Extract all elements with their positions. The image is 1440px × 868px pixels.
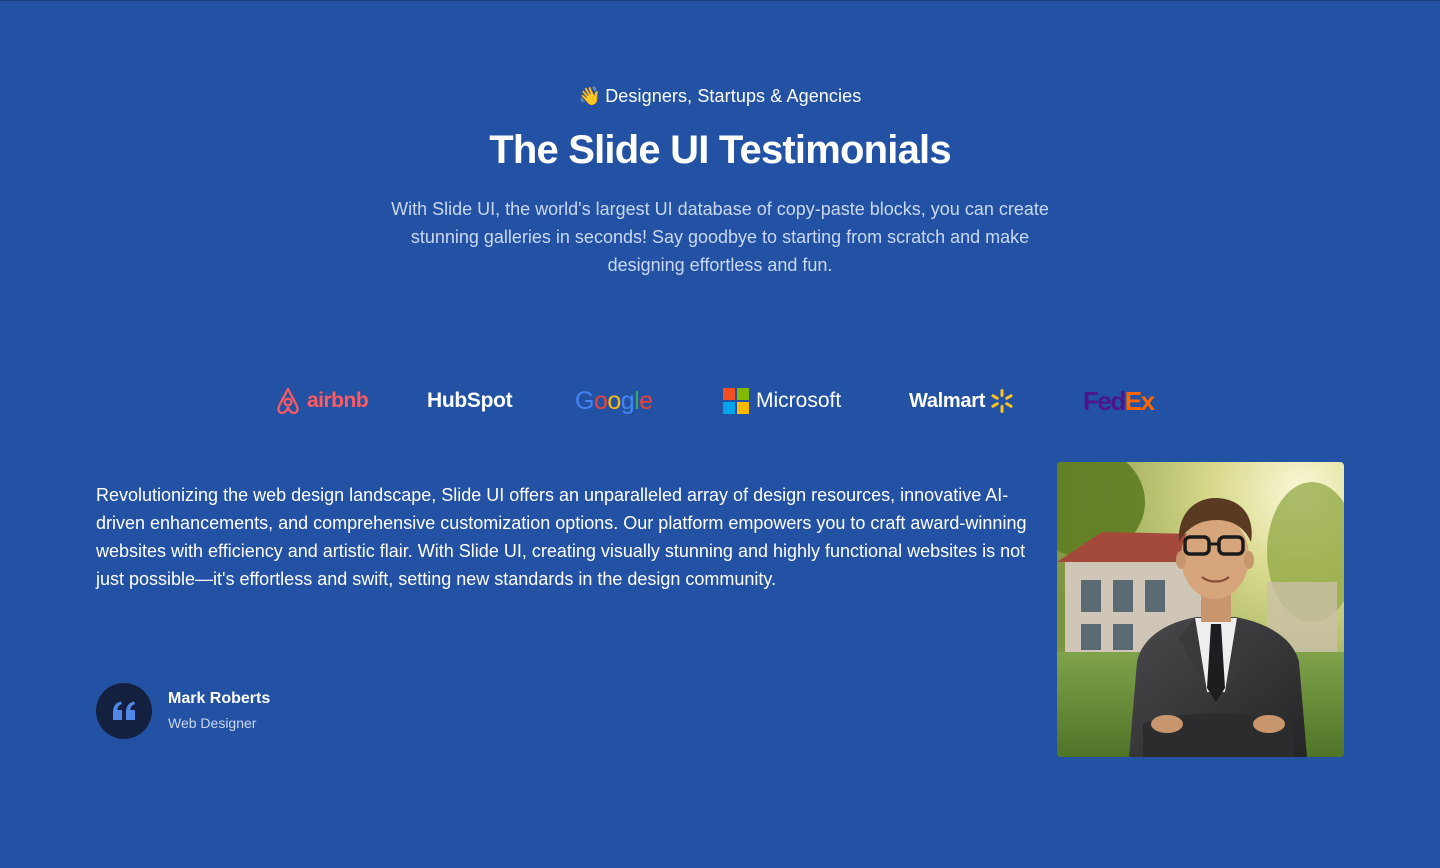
airbnb-icon [277,387,299,415]
microsoft-squares-icon [723,388,749,414]
author-info: Mark Roberts Web Designer [168,688,270,734]
fedex-logo: Fed Ex [1083,379,1165,423]
google-logo: Google [575,379,659,423]
walmart-logo: Walmart [909,379,1021,423]
hubspot-wordmark: HubSpot [427,389,513,412]
google-letter: G [575,386,594,415]
section-header: 👋 Designers, Startups & Agencies The Slid… [0,83,1440,279]
quote-icon [96,683,152,739]
author-role: Web Designer [168,715,257,731]
fedex-wordmark-ex: Ex [1124,385,1155,416]
microsoft-logo: Microsoft [723,379,847,423]
google-letter: e [639,386,653,415]
client-logos: airbnb HubSpot Google Microsoft Walmart [0,379,1440,423]
testimonial-quote: Revolutionizing the web design landscape… [96,485,1027,589]
testimonials-section: 👋 Designers, Startups & Agencies The Slid… [0,0,1440,868]
microsoft-wordmark: Microsoft [756,389,842,412]
testimonial-author: Mark Roberts Web Designer [96,683,270,739]
google-letter: o [607,386,621,415]
author-portrait [1057,462,1344,757]
google-letter: o [593,386,608,415]
hubspot-logo: HubSpot [427,379,513,423]
section-subtitle: With Slide UI, the world's largest UI da… [391,199,1049,275]
walmart-wordmark: Walmart [909,389,986,412]
page-title: The Slide UI Testimonials [489,128,951,172]
quote-marks-icon [113,701,135,720]
waving-hand-icon: 👋 [578,86,602,106]
eyebrow: 👋 Designers, Startups & Agencies [0,83,1440,109]
airbnb-wordmark: airbnb [307,389,369,412]
portrait-image [1057,462,1344,757]
eyebrow-text: Designers, Startups & Agencies [605,86,862,106]
airbnb-logo: airbnb [275,379,369,423]
walmart-spark-icon [991,389,1013,413]
author-name: Mark Roberts [168,690,271,707]
fedex-wordmark-fed: Fed [1083,385,1126,416]
google-letter: g [620,386,635,415]
